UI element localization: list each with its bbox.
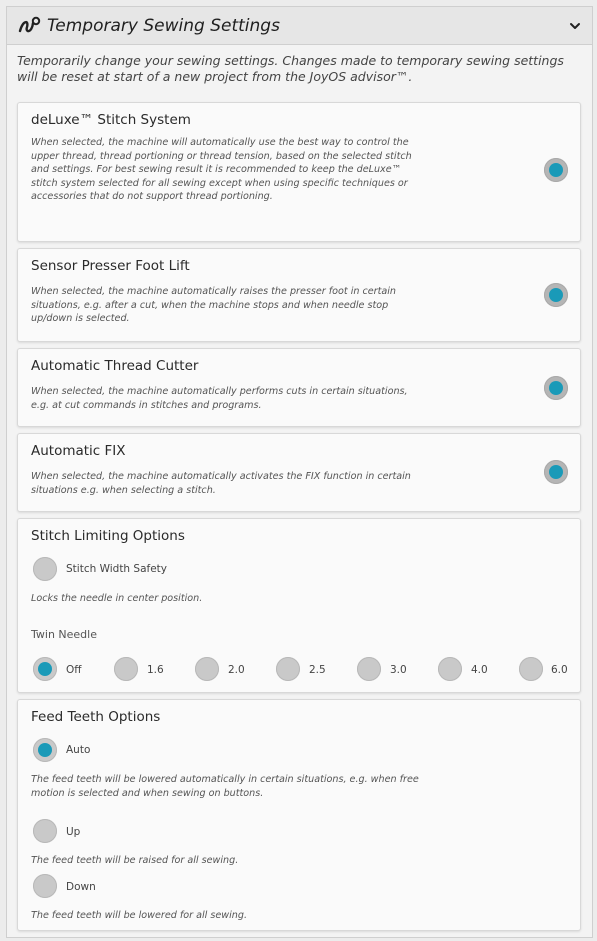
setting-title: Sensor Presser Foot Lift [31, 258, 190, 274]
twin-needle-option-1-6[interactable] [114, 657, 138, 681]
setting-card-automatic-thread-cutter: Automatic Thread Cutter When selected, t… [17, 348, 581, 427]
setting-card-sensor-presser-foot-lift: Sensor Presser Foot Lift When selected, … [17, 248, 581, 342]
setting-description: When selected, the machine automatically… [31, 386, 408, 411]
intro-text: Temporarily change your sewing settings.… [17, 53, 564, 84]
twin-needle-option-label: 6.0 [551, 664, 568, 676]
twin-needle-option-6-0[interactable] [519, 657, 543, 681]
stitch-width-safety-label: Stitch Width Safety [66, 563, 168, 575]
twin-needle-option-2-0[interactable] [195, 657, 219, 681]
twin-needle-option-label: 2.5 [309, 664, 326, 676]
setting-card-automatic-fix: Automatic FIX When selected, the machine… [17, 433, 581, 512]
setting-description: When selected, the machine automatically… [31, 471, 411, 496]
twin-needle-option-label: Off [66, 664, 82, 676]
setting-description: When selected, the machine automatically… [31, 286, 397, 325]
setting-description: When selected, the machine will automati… [31, 137, 412, 203]
feed-teeth-up-label: Up [66, 826, 81, 838]
setting-card-deluxe-stitch-system: deLuxe™ Stitch System When selected, the… [17, 102, 581, 242]
twin-needle-option-label: 2.0 [228, 664, 245, 676]
setting-title: deLuxe™ Stitch System [31, 112, 191, 128]
feed-teeth-auto-radio[interactable] [33, 738, 57, 762]
twin-needle-option-4-0[interactable] [438, 657, 462, 681]
panel-header[interactable]: Temporary Sewing Settings [7, 7, 592, 45]
feed-teeth-down-radio[interactable] [33, 874, 57, 898]
feed-teeth-up-radio[interactable] [33, 819, 57, 843]
panel-title: Temporary Sewing Settings [47, 15, 280, 36]
twin-needle-label: Twin Needle [31, 628, 97, 641]
twin-needle-option-label: 3.0 [390, 664, 407, 676]
stitch-limiting-options-card: Stitch Limiting Options Stitch Width Saf… [17, 518, 581, 693]
deluxe-stitch-system-toggle[interactable] [544, 158, 568, 182]
stitch-width-safety-note: Locks the needle in center position. [31, 593, 203, 604]
twin-needle-option-3-0[interactable] [357, 657, 381, 681]
feed-teeth-down-note: The feed teeth will be lowered for all s… [31, 910, 248, 921]
automatic-thread-cutter-toggle[interactable] [544, 376, 568, 400]
setting-title: Automatic Thread Cutter [31, 358, 199, 374]
setting-title: Automatic FIX [31, 443, 126, 459]
section-title: Stitch Limiting Options [31, 528, 185, 544]
temporary-sewing-settings-panel: Temporary Sewing Settings Temporarily ch… [6, 6, 593, 938]
stitch-width-safety-radio[interactable] [33, 557, 57, 581]
feed-teeth-down-label: Down [66, 881, 96, 893]
chevron-down-icon[interactable] [568, 19, 582, 33]
feed-teeth-auto-label: Auto [66, 744, 91, 756]
twin-needle-option-2-5[interactable] [276, 657, 300, 681]
sewing-logo-icon [18, 16, 41, 32]
feed-teeth-up-note: The feed teeth will be raised for all se… [31, 855, 239, 866]
twin-needle-option-off[interactable] [33, 657, 57, 681]
automatic-fix-toggle[interactable] [544, 460, 568, 484]
sensor-presser-foot-lift-toggle[interactable] [544, 283, 568, 307]
section-title: Feed Teeth Options [31, 709, 161, 725]
twin-needle-option-label: 4.0 [471, 664, 488, 676]
feed-teeth-options-card: Feed Teeth Options Auto The feed teeth w… [17, 699, 581, 931]
twin-needle-option-label: 1.6 [147, 664, 164, 676]
feed-teeth-auto-note: The feed teeth will be lowered automatic… [31, 774, 419, 799]
